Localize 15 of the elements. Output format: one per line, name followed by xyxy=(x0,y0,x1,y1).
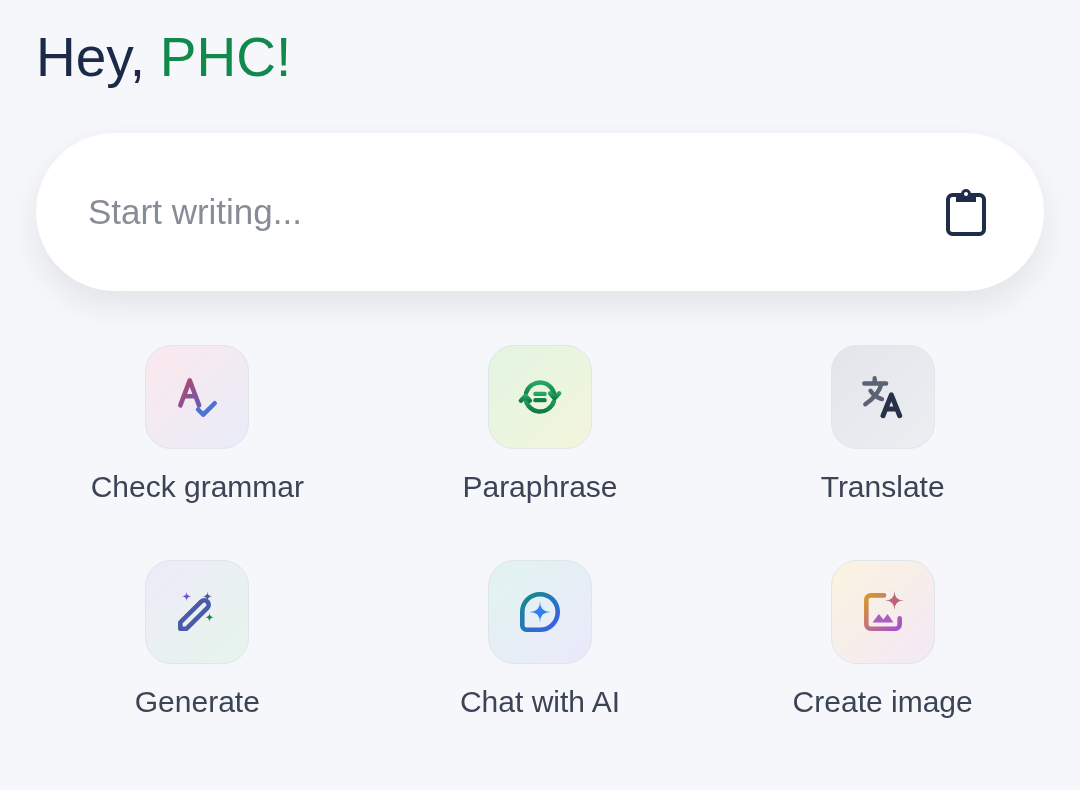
circular-arrows-icon xyxy=(488,345,592,449)
letter-check-icon xyxy=(145,345,250,449)
tool-button[interactable]: Paraphrase xyxy=(368,345,712,507)
tool-button[interactable]: Chat with AI xyxy=(368,560,712,722)
tool-button[interactable]: Generate xyxy=(26,560,369,722)
writing-field[interactable]: Start writing... xyxy=(36,133,1044,291)
tool-button[interactable]: Create image xyxy=(711,560,1054,722)
chat-sparkle-icon xyxy=(488,560,592,664)
tool-button[interactable]: Translate xyxy=(711,345,1054,507)
pencil-sparkles-icon xyxy=(145,560,250,664)
user-name: PHC! xyxy=(159,30,292,85)
tool-button[interactable]: Check grammar xyxy=(26,345,369,507)
clipboard-icon[interactable] xyxy=(946,188,986,236)
image-sparkle-icon xyxy=(830,560,935,664)
translate-icon xyxy=(830,345,935,449)
